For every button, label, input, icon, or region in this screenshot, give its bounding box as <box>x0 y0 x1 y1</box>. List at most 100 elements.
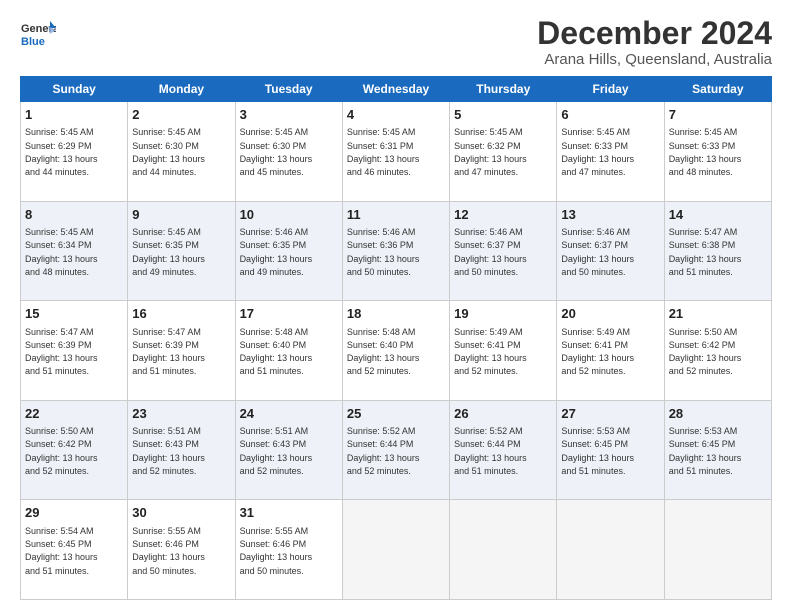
day-info: Sunrise: 5:52 AMSunset: 6:44 PMDaylight:… <box>454 426 527 476</box>
title-area: December 2024 Arana Hills, Queensland, A… <box>537 16 772 68</box>
calendar-week-row: 8 Sunrise: 5:45 AMSunset: 6:34 PMDaylight… <box>21 201 772 301</box>
header: General Blue December 2024 Arana Hills, … <box>20 16 772 68</box>
day-info: Sunrise: 5:50 AMSunset: 6:42 PMDaylight:… <box>25 426 98 476</box>
calendar-week-row: 1Sunrise: 5:45 AMSunset: 6:29 PMDaylight… <box>21 102 772 202</box>
day-number: 13 <box>561 206 659 224</box>
day-info: Sunrise: 5:55 AMSunset: 6:46 PMDaylight:… <box>240 526 313 576</box>
table-row: 22 Sunrise: 5:50 AMSunset: 6:42 PMDayligh… <box>21 400 128 500</box>
calendar: Sunday Monday Tuesday Wednesday Thursday… <box>20 76 772 600</box>
day-info: Sunrise: 5:50 AMSunset: 6:42 PMDaylight:… <box>669 327 742 377</box>
header-friday: Friday <box>557 77 664 102</box>
day-number: 22 <box>25 405 123 423</box>
day-number: 27 <box>561 405 659 423</box>
day-number: 21 <box>669 305 767 323</box>
day-info: Sunrise: 5:54 AMSunset: 6:45 PMDaylight:… <box>25 526 98 576</box>
day-info: Sunrise: 5:45 AMSunset: 6:29 PMDaylight:… <box>25 127 98 177</box>
table-row <box>557 500 664 600</box>
day-info: Sunrise: 5:45 AMSunset: 6:35 PMDaylight:… <box>132 227 205 277</box>
day-info: Sunrise: 5:49 AMSunset: 6:41 PMDaylight:… <box>454 327 527 377</box>
day-info: Sunrise: 5:45 AMSunset: 6:30 PMDaylight:… <box>132 127 205 177</box>
table-row: 20 Sunrise: 5:49 AMSunset: 6:41 PMDayligh… <box>557 301 664 401</box>
table-row: 13 Sunrise: 5:46 AMSunset: 6:37 PMDayligh… <box>557 201 664 301</box>
table-row: 19 Sunrise: 5:49 AMSunset: 6:41 PMDayligh… <box>450 301 557 401</box>
day-number: 2 <box>132 106 230 124</box>
day-number: 29 <box>25 504 123 522</box>
month-title: December 2024 <box>537 16 772 51</box>
day-info: Sunrise: 5:48 AMSunset: 6:40 PMDaylight:… <box>240 327 313 377</box>
header-thursday: Thursday <box>450 77 557 102</box>
day-number: 12 <box>454 206 552 224</box>
day-info: Sunrise: 5:53 AMSunset: 6:45 PMDaylight:… <box>561 426 634 476</box>
day-number: 9 <box>132 206 230 224</box>
header-saturday: Saturday <box>664 77 771 102</box>
logo-container: General Blue <box>20 16 56 52</box>
calendar-week-row: 15Sunrise: 5:47 AMSunset: 6:39 PMDayligh… <box>21 301 772 401</box>
day-number: 14 <box>669 206 767 224</box>
table-row: 9 Sunrise: 5:45 AMSunset: 6:35 PMDaylight… <box>128 201 235 301</box>
day-info: Sunrise: 5:48 AMSunset: 6:40 PMDaylight:… <box>347 327 420 377</box>
day-info: Sunrise: 5:49 AMSunset: 6:41 PMDaylight:… <box>561 327 634 377</box>
table-row: 18 Sunrise: 5:48 AMSunset: 6:40 PMDayligh… <box>342 301 449 401</box>
day-info: Sunrise: 5:51 AMSunset: 6:43 PMDaylight:… <box>240 426 313 476</box>
day-number: 23 <box>132 405 230 423</box>
header-sunday: Sunday <box>21 77 128 102</box>
day-info: Sunrise: 5:46 AMSunset: 6:36 PMDaylight:… <box>347 227 420 277</box>
table-row: 3Sunrise: 5:45 AMSunset: 6:30 PMDaylight… <box>235 102 342 202</box>
table-row: 28Sunrise: 5:53 AMSunset: 6:45 PMDayligh… <box>664 400 771 500</box>
table-row: 23 Sunrise: 5:51 AMSunset: 6:43 PMDayligh… <box>128 400 235 500</box>
day-info: Sunrise: 5:45 AMSunset: 6:33 PMDaylight:… <box>669 127 742 177</box>
table-row <box>664 500 771 600</box>
calendar-week-row: 22 Sunrise: 5:50 AMSunset: 6:42 PMDayligh… <box>21 400 772 500</box>
day-number: 18 <box>347 305 445 323</box>
table-row: 14Sunrise: 5:47 AMSunset: 6:38 PMDayligh… <box>664 201 771 301</box>
day-info: Sunrise: 5:45 AMSunset: 6:30 PMDaylight:… <box>240 127 313 177</box>
day-number: 19 <box>454 305 552 323</box>
day-number: 5 <box>454 106 552 124</box>
day-info: Sunrise: 5:45 AMSunset: 6:32 PMDaylight:… <box>454 127 527 177</box>
table-row: 29 Sunrise: 5:54 AMSunset: 6:45 PMDayligh… <box>21 500 128 600</box>
day-info: Sunrise: 5:45 AMSunset: 6:33 PMDaylight:… <box>561 127 634 177</box>
table-row: 1Sunrise: 5:45 AMSunset: 6:29 PMDaylight… <box>21 102 128 202</box>
day-info: Sunrise: 5:52 AMSunset: 6:44 PMDaylight:… <box>347 426 420 476</box>
day-number: 4 <box>347 106 445 124</box>
general-blue-logo-icon: General Blue <box>20 16 56 52</box>
table-row: 11 Sunrise: 5:46 AMSunset: 6:36 PMDayligh… <box>342 201 449 301</box>
table-row: 27 Sunrise: 5:53 AMSunset: 6:45 PMDayligh… <box>557 400 664 500</box>
header-monday: Monday <box>128 77 235 102</box>
day-number: 26 <box>454 405 552 423</box>
subtitle: Arana Hills, Queensland, Australia <box>537 51 772 68</box>
table-row <box>342 500 449 600</box>
table-row: 5 Sunrise: 5:45 AMSunset: 6:32 PMDaylight… <box>450 102 557 202</box>
day-info: Sunrise: 5:47 AMSunset: 6:39 PMDaylight:… <box>25 327 98 377</box>
day-number: 16 <box>132 305 230 323</box>
day-info: Sunrise: 5:46 AMSunset: 6:35 PMDaylight:… <box>240 227 313 277</box>
table-row: 30Sunrise: 5:55 AMSunset: 6:46 PMDayligh… <box>128 500 235 600</box>
day-number: 25 <box>347 405 445 423</box>
day-info: Sunrise: 5:51 AMSunset: 6:43 PMDaylight:… <box>132 426 205 476</box>
day-number: 31 <box>240 504 338 522</box>
day-info: Sunrise: 5:46 AMSunset: 6:37 PMDaylight:… <box>561 227 634 277</box>
table-row <box>450 500 557 600</box>
table-row: 6Sunrise: 5:45 AMSunset: 6:33 PMDaylight… <box>557 102 664 202</box>
table-row: 15Sunrise: 5:47 AMSunset: 6:39 PMDayligh… <box>21 301 128 401</box>
day-info: Sunrise: 5:55 AMSunset: 6:46 PMDaylight:… <box>132 526 205 576</box>
day-info: Sunrise: 5:45 AMSunset: 6:34 PMDaylight:… <box>25 227 98 277</box>
day-number: 20 <box>561 305 659 323</box>
day-number: 17 <box>240 305 338 323</box>
day-info: Sunrise: 5:45 AMSunset: 6:31 PMDaylight:… <box>347 127 420 177</box>
page: General Blue December 2024 Arana Hills, … <box>0 0 792 612</box>
day-number: 8 <box>25 206 123 224</box>
table-row: 31 Sunrise: 5:55 AMSunset: 6:46 PMDayligh… <box>235 500 342 600</box>
day-number: 11 <box>347 206 445 224</box>
day-number: 28 <box>669 405 767 423</box>
table-row: 21 Sunrise: 5:50 AMSunset: 6:42 PMDayligh… <box>664 301 771 401</box>
table-row: 24Sunrise: 5:51 AMSunset: 6:43 PMDayligh… <box>235 400 342 500</box>
table-row: 25 Sunrise: 5:52 AMSunset: 6:44 PMDayligh… <box>342 400 449 500</box>
table-row: 4 Sunrise: 5:45 AMSunset: 6:31 PMDaylight… <box>342 102 449 202</box>
table-row: 16 Sunrise: 5:47 AMSunset: 6:39 PMDayligh… <box>128 301 235 401</box>
table-row: 17 Sunrise: 5:48 AMSunset: 6:40 PMDayligh… <box>235 301 342 401</box>
table-row: 26 Sunrise: 5:52 AMSunset: 6:44 PMDayligh… <box>450 400 557 500</box>
table-row: 8 Sunrise: 5:45 AMSunset: 6:34 PMDaylight… <box>21 201 128 301</box>
day-info: Sunrise: 5:47 AMSunset: 6:39 PMDaylight:… <box>132 327 205 377</box>
table-row: 7Sunrise: 5:45 AMSunset: 6:33 PMDaylight… <box>664 102 771 202</box>
